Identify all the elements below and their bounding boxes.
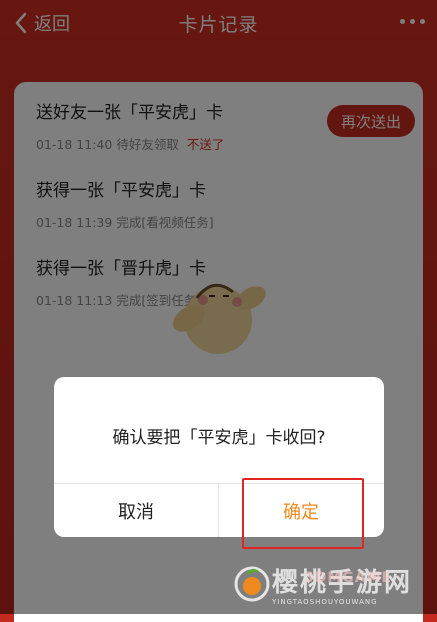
watermark: 樱桃手游网 3DMGAME YINGTAOSHOUYOUWANG: [234, 560, 434, 612]
cancel-button[interactable]: 取消: [54, 484, 218, 537]
dialog-message: 确认要把「平安虎」卡收回?: [112, 428, 326, 448]
highlight-box: [242, 478, 364, 549]
watermark-logo-icon: [234, 566, 270, 602]
watermark-subtext: YINGTAOSHOUYOUWANG: [272, 598, 378, 606]
watermark-brand: 3DMGAME: [304, 570, 393, 586]
screen: 返回 卡片记录 送好友一张「平安虎」卡 01-18 11:40 待好友领取 不送…: [0, 0, 437, 622]
